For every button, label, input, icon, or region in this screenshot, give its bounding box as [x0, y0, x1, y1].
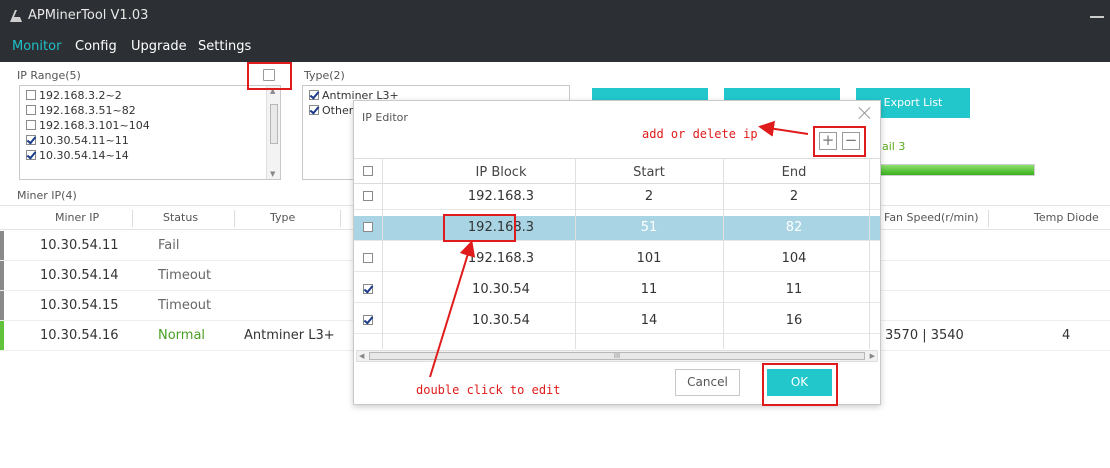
ip-range-list: 192.168.3.2~2 192.168.3.51~82 192.168.3.10…	[19, 85, 281, 180]
row-status-indicator	[0, 291, 4, 320]
col-fan-speed[interactable]: Fan Speed(r/min)	[884, 211, 979, 224]
type-checkbox[interactable]	[309, 90, 319, 100]
miner-type-cell: Antminer L3+	[244, 328, 335, 343]
app-logo-icon	[10, 10, 22, 22]
add-delete-highlight-box	[813, 126, 866, 157]
miner-ip-count-label: Miner IP(4)	[17, 189, 77, 202]
ip-start-cell[interactable]: 11	[594, 282, 704, 297]
type-label: Type(2)	[304, 69, 345, 82]
ip-range-checkbox[interactable]	[26, 120, 36, 130]
ip-block-cell[interactable]: 192.168.3	[446, 189, 556, 204]
ip-range-item-label: 10.30.54.14~14	[39, 149, 129, 162]
ip-range-checkbox[interactable]	[26, 150, 36, 160]
ip-grid-hscrollbar[interactable]: ◀ III ▶	[356, 350, 878, 362]
ip-row-checkbox[interactable]	[363, 222, 373, 232]
ip-range-item[interactable]: 192.168.3.51~82	[20, 103, 280, 118]
ip-range-item[interactable]: 10.30.54.11~11	[20, 133, 280, 148]
ip-row-checkbox[interactable]	[363, 315, 373, 325]
ip-grid-row[interactable]: 192.168.3 51 82	[354, 216, 880, 241]
col-status[interactable]: Status	[163, 211, 198, 224]
ip-grid-row[interactable]: 192.168.3 2 2	[354, 185, 880, 210]
main-menu: Monitor Config Upgrade Settings	[0, 34, 1110, 62]
miner-ip-cell: 10.30.54.14	[40, 268, 119, 283]
col-type[interactable]: Type	[270, 211, 295, 224]
ip-block-cell[interactable]: 10.30.54	[446, 313, 556, 328]
close-icon[interactable]	[857, 105, 873, 121]
ip-grid-row[interactable]: 192.168.3 101 104	[354, 247, 880, 272]
double-click-highlight-box	[443, 214, 516, 242]
minimize-button[interactable]	[1090, 4, 1104, 18]
ip-row-checkbox[interactable]	[363, 191, 373, 201]
title-bar: APMinerTool V1.03	[0, 0, 1110, 34]
type-filter-label: Other	[322, 104, 354, 117]
menu-config[interactable]: Config	[75, 39, 117, 54]
edit-ip-highlight-box	[247, 62, 292, 90]
miner-status-cell: Fail	[158, 238, 180, 253]
ip-block-cell[interactable]: 10.30.54	[446, 282, 556, 297]
menu-settings[interactable]: Settings	[198, 39, 251, 54]
ip-range-item[interactable]: 10.30.54.14~14	[20, 148, 280, 163]
miner-status-cell: Normal	[158, 328, 206, 343]
ip-grid-row[interactable]: 10.30.54 11 11	[354, 278, 880, 303]
ip-end-cell[interactable]: 11	[739, 282, 849, 297]
ip-grid-header: IP Block Start End	[354, 158, 880, 184]
miner-temp-cell: 4	[1062, 328, 1071, 343]
ok-highlight-box	[762, 363, 838, 406]
menu-upgrade[interactable]: Upgrade	[131, 39, 187, 54]
col-end: End	[781, 165, 807, 180]
menu-monitor[interactable]: Monitor	[12, 39, 61, 54]
miner-ip-cell: 10.30.54.11	[40, 238, 119, 253]
ip-start-cell[interactable]: 14	[594, 313, 704, 328]
ip-editor-title: IP Editor	[362, 111, 408, 124]
ip-range-checkbox[interactable]	[26, 105, 36, 115]
miner-ip-cell: 10.30.54.16	[40, 328, 119, 343]
ip-start-cell[interactable]: 2	[594, 189, 704, 204]
ip-start-cell[interactable]: 51	[594, 220, 704, 235]
ip-range-item-label: 192.168.3.101~104	[39, 119, 150, 132]
scan-progress-bar	[870, 164, 1035, 176]
ip-row-checkbox[interactable]	[363, 284, 373, 294]
scroll-grip[interactable]: III	[369, 352, 865, 360]
ip-range-item[interactable]: 192.168.3.101~104	[20, 118, 280, 133]
col-start: Start	[633, 165, 665, 180]
miner-ip-cell: 10.30.54.15	[40, 298, 119, 313]
ip-range-item-label: 192.168.3.51~82	[39, 104, 136, 117]
cancel-button[interactable]: Cancel	[675, 369, 740, 396]
col-miner-ip[interactable]: Miner IP	[55, 211, 99, 224]
window-title: APMinerTool V1.03	[28, 8, 149, 23]
col-temp-diode[interactable]: Temp Diode	[1034, 211, 1099, 224]
ip-range-item[interactable]: 192.168.3.2~2	[20, 88, 280, 103]
ip-range-item-label: 10.30.54.11~11	[39, 134, 129, 147]
ip-range-item-label: 192.168.3.2~2	[39, 89, 122, 102]
col-ip-block: IP Block	[475, 165, 527, 180]
miner-fan-cell: 3570 | 3540	[885, 328, 964, 343]
ip-range-scrollbar[interactable]: ▲ ▼	[266, 86, 280, 179]
ip-range-checkbox[interactable]	[26, 135, 36, 145]
ip-row-checkbox[interactable]	[363, 253, 373, 263]
row-status-indicator	[0, 261, 4, 290]
ip-end-cell[interactable]: 82	[739, 220, 849, 235]
ip-range-checkbox[interactable]	[26, 90, 36, 100]
row-status-indicator	[0, 231, 4, 260]
ip-editor-dialog: IP Editor add or delete ip + − IP Block …	[353, 100, 881, 406]
select-all-checkbox[interactable]	[363, 166, 373, 176]
type-checkbox[interactable]	[309, 105, 319, 115]
row-status-indicator	[0, 321, 4, 350]
ip-block-cell[interactable]: 192.168.3	[446, 251, 556, 266]
ip-end-cell[interactable]: 16	[739, 313, 849, 328]
annotation-add-delete: add or delete ip	[642, 127, 758, 141]
scan-fail-count: ail 3	[882, 140, 906, 153]
ip-range-label: IP Range(5)	[17, 69, 81, 82]
miner-status-cell: Timeout	[158, 298, 212, 313]
ip-grid-row[interactable]: 10.30.54 14 16	[354, 309, 880, 334]
ip-end-cell[interactable]: 104	[739, 251, 849, 266]
miner-status-cell: Timeout	[158, 268, 212, 283]
app-window: APMinerTool V1.03 Monitor Config Upgrade…	[0, 0, 1110, 468]
annotation-double-click: double click to edit	[416, 383, 561, 397]
ip-start-cell[interactable]: 101	[594, 251, 704, 266]
ip-end-cell[interactable]: 2	[739, 189, 849, 204]
